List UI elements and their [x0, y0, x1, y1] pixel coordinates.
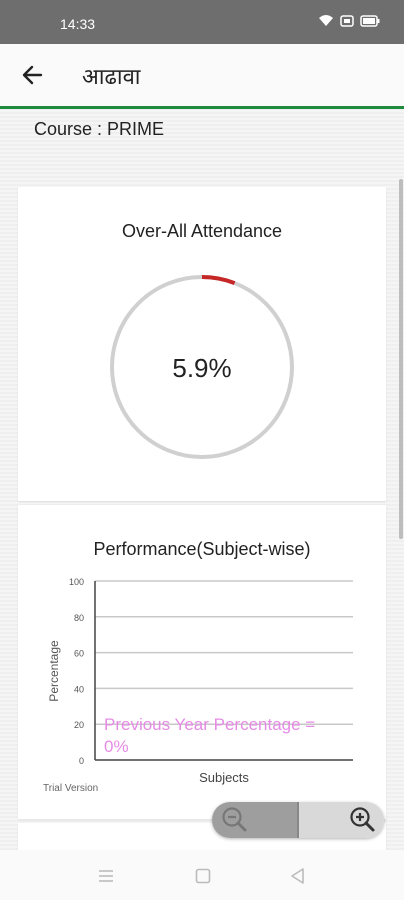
chart-annotation: Previous Year Percentage = 0% [104, 715, 315, 756]
course-label: Course : PRIME [34, 119, 165, 139]
y-tick-label: 40 [74, 684, 84, 694]
trial-watermark: Trial Version [43, 783, 98, 794]
attendance-percent: 5.9% [172, 353, 231, 383]
annotation-line-1: Previous Year Percentage = [104, 715, 315, 734]
y-tick-label: 100 [69, 577, 84, 587]
zoom-in-icon [350, 807, 375, 832]
arrow-left-icon [22, 65, 43, 85]
performance-chart: 0 20 40 60 80 100 Percentage Subjects Trial V… [43, 577, 353, 794]
menu-icon[interactable] [96, 866, 116, 886]
y-axis-label: Percentage [47, 640, 61, 702]
zoom-control[interactable] [212, 802, 384, 838]
y-tick-label: 0 [79, 756, 84, 766]
scrollbar[interactable] [399, 179, 403, 539]
zoom-in-button[interactable] [297, 802, 384, 838]
zoom-out-button[interactable] [212, 802, 297, 838]
zoom-out-icon [222, 807, 247, 832]
status-time: 14:33 [60, 16, 96, 32]
y-tick-label: 80 [74, 613, 84, 623]
attendance-donut: 5.9% [110, 275, 294, 459]
battery-icon [360, 14, 380, 33]
app-bar: आढावा [0, 44, 404, 109]
status-bar: 14:33 [0, 0, 404, 44]
attendance-progress-arc [201, 275, 236, 285]
status-icons [318, 14, 380, 33]
annotation-line-2: 0% [104, 737, 129, 756]
attendance-card: Over-All Attendance 5.9% [18, 187, 386, 501]
y-tick-label: 20 [74, 720, 84, 730]
page-title: आढावा [82, 64, 141, 89]
home-icon[interactable] [193, 866, 213, 886]
y-tick-label: 60 [74, 649, 84, 659]
content-area[interactable]: Course : PRIME Over-All Attendance 5.9% … [0, 109, 404, 850]
performance-card: Performance(Subject-wise) 0 20 40 60 80 100 P… [18, 505, 386, 819]
sim-icon [340, 14, 354, 33]
wifi-icon [318, 14, 334, 33]
system-nav-bar [0, 850, 404, 900]
x-axis-label: Subjects [199, 770, 249, 785]
back-button[interactable] [20, 62, 46, 88]
back-triangle-icon[interactable] [288, 866, 308, 886]
